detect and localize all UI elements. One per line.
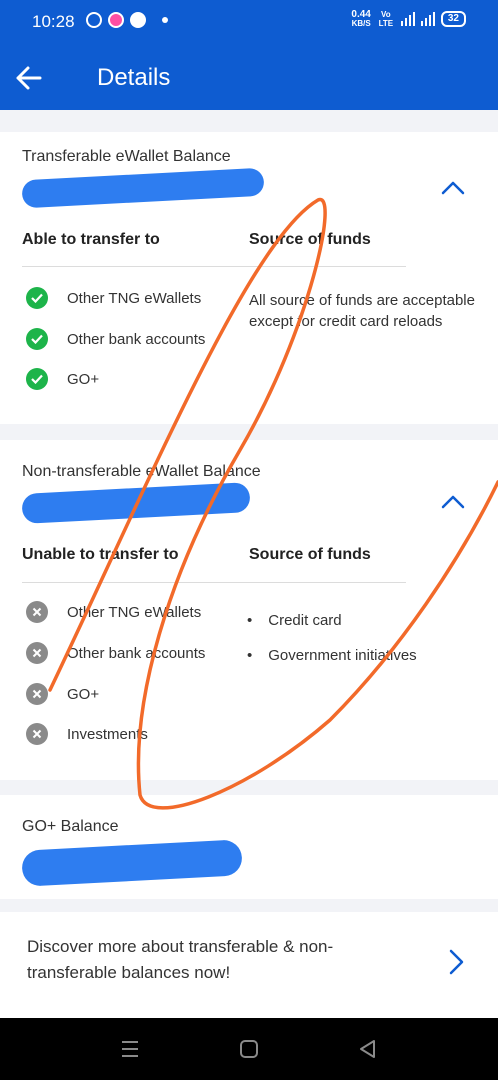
divider bbox=[22, 266, 406, 267]
transferable-balance-label: Transferable eWallet Balance bbox=[22, 148, 231, 165]
x-circle-icon bbox=[26, 642, 48, 664]
discover-more-banner[interactable]: Discover more about transferable & non-t… bbox=[0, 912, 498, 1018]
status-time: 10:28 bbox=[32, 12, 75, 31]
unable-to-transfer-heading: Unable to transfer to bbox=[22, 546, 179, 563]
list-item-label: Other bank accounts bbox=[67, 330, 206, 348]
list-item-label: GO+ bbox=[67, 685, 100, 703]
x-circle-icon bbox=[26, 683, 48, 705]
list-item-label: GO+ bbox=[67, 370, 100, 388]
source-bullet-item: Government initiatives bbox=[247, 647, 416, 664]
source-bullet-item: Credit card bbox=[247, 612, 341, 629]
list-item-label: Other TNG eWallets bbox=[67, 603, 202, 621]
home-icon[interactable] bbox=[237, 1038, 261, 1060]
redacted-balance-amount bbox=[21, 167, 265, 209]
status-left-icons bbox=[86, 12, 168, 28]
arrow-left-icon[interactable] bbox=[12, 60, 44, 96]
list-item: Other bank accounts bbox=[26, 328, 205, 350]
non-transferable-balance-label: Non-transferable eWallet Balance bbox=[22, 463, 261, 480]
list-item: GO+ bbox=[26, 368, 99, 390]
list-item: Other bank accounts bbox=[26, 642, 205, 664]
divider bbox=[22, 582, 406, 583]
status-right-icons: 0.44 KB/S Vo LTE 32 bbox=[351, 10, 466, 28]
notification-app-icon bbox=[108, 12, 124, 28]
4g-signal-icon bbox=[400, 12, 415, 26]
source-of-funds-text: All source of funds are acceptable excep… bbox=[249, 292, 475, 330]
chevron-up-icon[interactable] bbox=[440, 492, 466, 510]
check-circle-icon bbox=[26, 287, 48, 309]
x-circle-icon bbox=[26, 723, 48, 745]
list-item: GO+ bbox=[26, 683, 99, 705]
messenger-icon bbox=[130, 12, 146, 28]
chevron-up-icon[interactable] bbox=[440, 178, 466, 196]
recents-icon[interactable] bbox=[118, 1038, 142, 1060]
whatsapp-icon bbox=[86, 12, 102, 28]
status-bar: 10:28 0.44 KB/S Vo LTE 32 bbox=[0, 0, 498, 44]
list-item-label: Investments bbox=[67, 725, 148, 743]
redacted-balance-amount bbox=[21, 482, 251, 524]
signal-icon bbox=[420, 12, 435, 26]
list-item-label: Other TNG eWallets bbox=[67, 289, 202, 307]
source-of-funds-heading: Source of funds bbox=[249, 231, 371, 248]
able-to-transfer-heading: Able to transfer to bbox=[22, 231, 160, 248]
list-item-label: Other bank accounts bbox=[67, 644, 206, 662]
transferable-balance-card: Transferable eWallet Balance Able to tra… bbox=[0, 132, 498, 424]
system-nav-bar bbox=[0, 1018, 498, 1080]
check-circle-icon bbox=[26, 328, 48, 350]
network-speed: 0.44 KB/S bbox=[351, 9, 371, 29]
go-plus-balance-card: GO+ Balance bbox=[0, 795, 498, 899]
go-plus-balance-label: GO+ Balance bbox=[22, 818, 119, 835]
list-item: Other TNG eWallets bbox=[26, 287, 201, 309]
non-transferable-balance-card: Non-transferable eWallet Balance Unable … bbox=[0, 440, 498, 780]
volte-icon: Vo LTE bbox=[378, 10, 394, 28]
source-of-funds-heading: Source of funds bbox=[249, 546, 371, 563]
x-circle-icon bbox=[26, 601, 48, 623]
redacted-balance-amount bbox=[21, 839, 243, 887]
top-bar: 10:28 0.44 KB/S Vo LTE 32 Details bbox=[0, 0, 498, 110]
discover-more-text[interactable]: Discover more about transferable & non-t… bbox=[27, 934, 367, 986]
net-speed-value: 0.44 bbox=[351, 9, 371, 20]
page-title: Details bbox=[97, 64, 171, 91]
chevron-right-icon[interactable] bbox=[446, 948, 466, 976]
list-item: Investments bbox=[26, 723, 148, 745]
battery-icon: 32 bbox=[440, 11, 466, 27]
check-circle-icon bbox=[26, 368, 48, 390]
dot-icon bbox=[162, 17, 168, 23]
list-item: Other TNG eWallets bbox=[26, 601, 201, 623]
net-speed-unit: KB/S bbox=[351, 19, 371, 28]
app-bar: Details bbox=[0, 56, 498, 102]
back-icon[interactable] bbox=[356, 1038, 380, 1060]
